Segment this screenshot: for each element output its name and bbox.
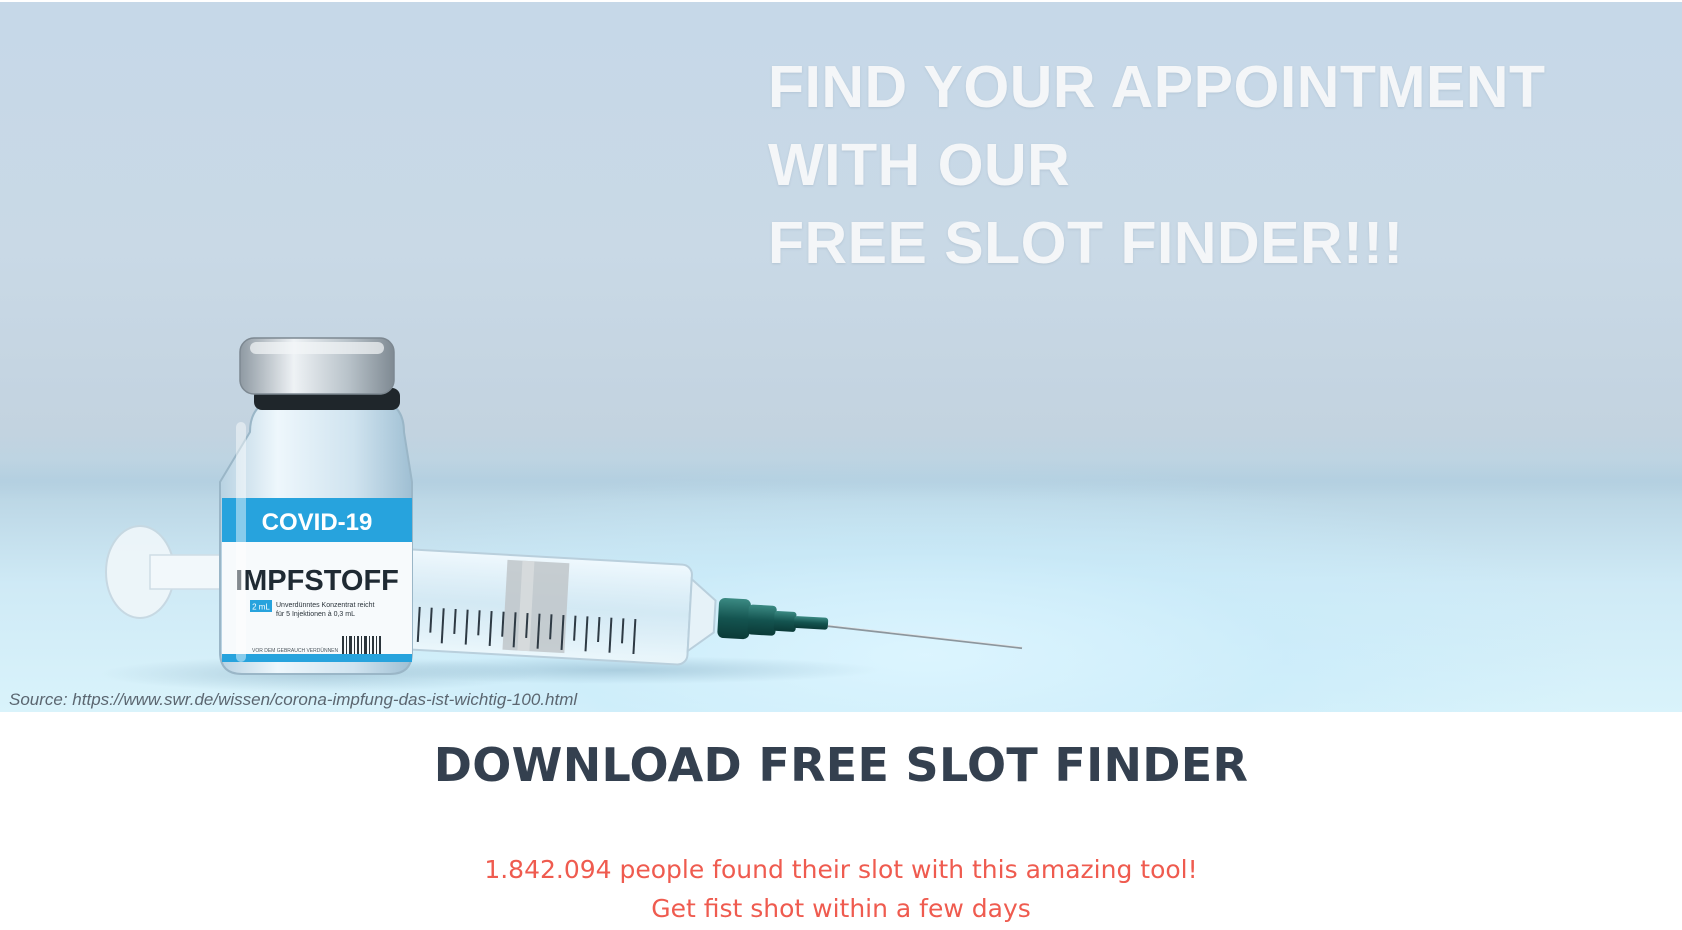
vial-label-footer: VOR DEM GEBRAUCH VERDÜNNEN xyxy=(252,647,339,654)
vial-label-top: COVID-19 xyxy=(262,509,373,536)
hero-banner: FIND YOUR APPOINTMENT WITH OUR FREE SLOT… xyxy=(0,2,1682,712)
download-heading: DOWNLOAD FREE SLOT FINDER xyxy=(433,738,1249,792)
promise-text: Get fist shot within a few days xyxy=(651,894,1031,923)
image-source-caption: Source: https://www.swr.de/wissen/corona… xyxy=(9,690,578,709)
vial-label-fine-2: für 5 Injektionen à 0,3 mL xyxy=(276,611,355,618)
vial-label-dose: 2 mL xyxy=(252,603,270,612)
stats-text: 1.842.094 people found their slot with t… xyxy=(484,855,1198,884)
landing-page: FIND YOUR APPOINTMENT WITH OUR FREE SLOT… xyxy=(0,0,1682,930)
vial-label-main: IMPFSTOFF xyxy=(235,565,399,597)
vial-label-fine-1: Unverdünntes Konzentrat reicht xyxy=(276,602,374,609)
vaccine-syringe-image: COVID-19 IMPFSTOFF 2 mL Unverdünntes Kon… xyxy=(100,337,1023,692)
